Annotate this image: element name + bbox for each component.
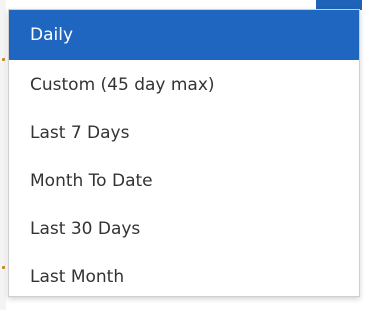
option-custom-45-day-max[interactable]: Custom (45 day max) [9,61,359,109]
date-range-dropdown-menu: Daily Custom (45 day max) Last 7 Days Mo… [8,9,360,297]
option-last-month[interactable]: Last Month [9,253,359,301]
option-month-to-date[interactable]: Month To Date [9,157,359,205]
option-label: Last Month [30,267,125,287]
background-marker [2,58,5,61]
option-label: Month To Date [30,171,153,191]
option-last-30-days[interactable]: Last 30 Days [9,205,359,253]
background-page-edge [0,0,6,310]
option-label: Last 30 Days [30,219,141,239]
option-daily[interactable]: Daily [9,10,359,60]
option-label: Last 7 Days [30,123,130,143]
option-label: Custom (45 day max) [30,75,215,95]
option-label: Daily [30,25,74,45]
background-marker [2,266,5,269]
option-last-7-days[interactable]: Last 7 Days [9,109,359,157]
